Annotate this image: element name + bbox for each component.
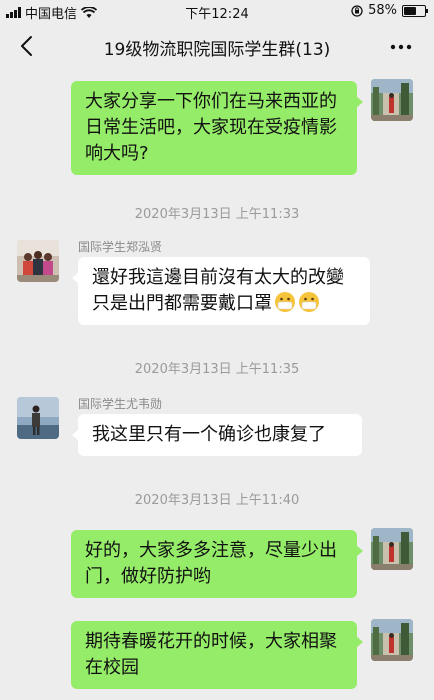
sender-name: 国际学生郑泓贤 (78, 240, 163, 254)
nav-bar: 19级物流职院国际学生群(13) (0, 22, 434, 70)
message-bubble-incoming[interactable]: 還好我這邊目前沒有太大的改變只是出門都需要戴口罩 (72, 257, 370, 325)
orientation-lock-icon (351, 4, 363, 17)
timestamp: 2020年3月13日 上午11:33 (134, 207, 300, 222)
status-right: 58% (351, 3, 428, 18)
message-text: 我这里只有一个确诊也康复了 (92, 424, 326, 445)
message-bubble-incoming[interactable]: 我这里只有一个确诊也康复了 (72, 414, 362, 456)
sender-name: 国际学生尤韦勋 (78, 397, 163, 411)
chat-title: 19级物流职院国际学生群(13) (103, 40, 331, 60)
mask-face-icon (298, 291, 320, 313)
chevron-left-icon (21, 36, 32, 56)
message-text: 大家分享一下你们在马来西亚的日常生活吧，大家现在受疫情影响大吗? (85, 91, 337, 164)
more-button[interactable] (386, 32, 416, 60)
timestamp: 2020年3月13日 上午11:35 (134, 362, 300, 377)
message-bubble-outgoing[interactable]: 好的，大家多多注意，尽量少出门，做好防护哟 (71, 530, 363, 598)
timestamp: 2020年3月13日 上午11:40 (134, 493, 300, 508)
message-bubble-outgoing[interactable]: 大家分享一下你们在马来西亚的日常生活吧，大家现在受疫情影响大吗? (71, 81, 363, 175)
battery-icon (402, 4, 428, 17)
message-bubble-outgoing[interactable]: 期待春暖花开的时候，大家相聚在校园 (71, 621, 363, 689)
sender-avatar[interactable] (17, 240, 59, 282)
back-button[interactable] (14, 32, 42, 60)
battery-percent: 58% (368, 3, 397, 18)
message-text: 期待春暖花开的时候，大家相聚在校园 (85, 631, 337, 678)
more-dots-icon (390, 44, 412, 50)
my-avatar[interactable] (371, 528, 413, 570)
my-avatar[interactable] (371, 79, 413, 121)
sender-avatar[interactable] (17, 397, 59, 439)
my-avatar[interactable] (371, 619, 413, 661)
mask-face-icon (274, 291, 296, 313)
message-text: 好的，大家多多注意，尽量少出门，做好防护哟 (85, 540, 337, 587)
status-bar: 中国电信 下午12:24 58% (0, 0, 434, 22)
